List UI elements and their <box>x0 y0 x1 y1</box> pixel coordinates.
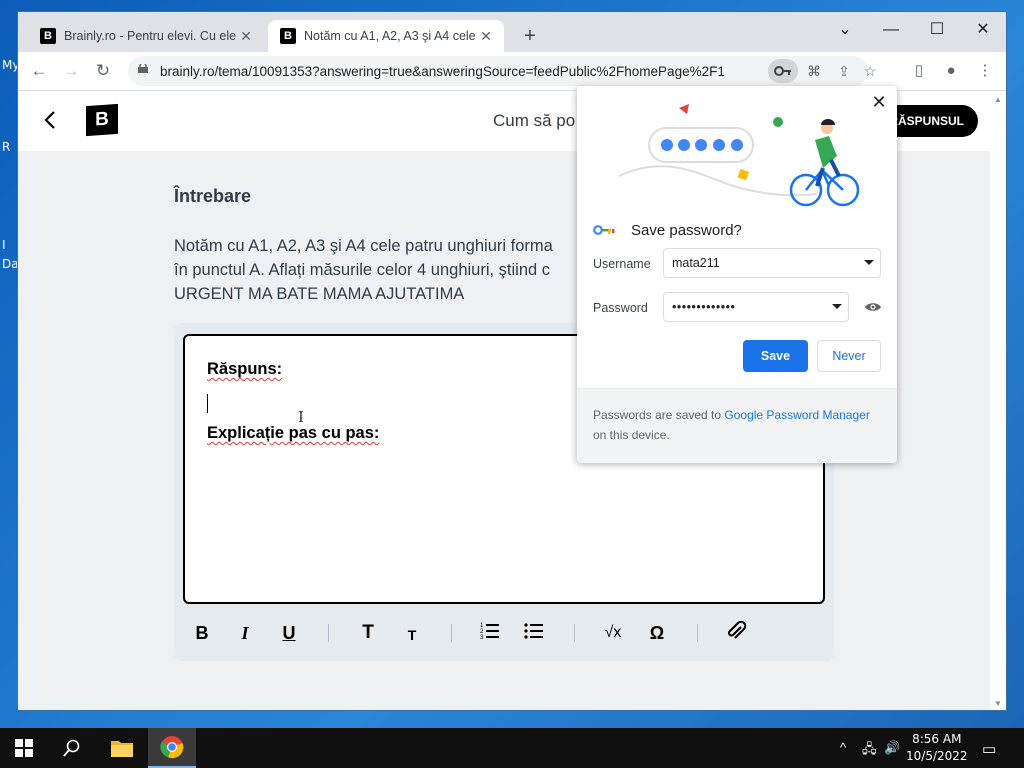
back-arrow-icon[interactable] <box>40 109 62 131</box>
question-heading: Întrebare <box>174 186 252 206</box>
profile-avatar-icon[interactable]: ● <box>940 60 962 82</box>
search-button[interactable] <box>48 728 96 768</box>
file-explorer-button[interactable] <box>98 728 146 768</box>
heading-large-icon[interactable]: T <box>355 621 381 645</box>
password-value: ••••••••••••• <box>672 300 736 314</box>
clock-date: 10/5/2022 <box>906 749 968 763</box>
url-text: brainly.ro/tema/10091353?answering=true&… <box>160 64 725 79</box>
footer-prefix: Passwords are saved to <box>593 408 725 422</box>
italic-icon[interactable]: I <box>232 621 258 645</box>
dialog-footer: Passwords are saved to Google Password M… <box>577 388 897 463</box>
clock-time: 8:56 AM <box>912 732 962 746</box>
attachment-icon[interactable] <box>724 620 750 645</box>
toolbar-divider <box>697 624 698 642</box>
password-field[interactable]: ••••••••••••• <box>663 292 849 322</box>
lock-icon <box>138 64 148 73</box>
dialog-title-row: Save password? <box>593 218 742 242</box>
footer-suffix: on this device. <box>593 428 670 442</box>
tab-search-icon[interactable]: ⌄ <box>822 16 868 44</box>
username-value: mata211 <box>672 256 720 270</box>
page-scrollbar[interactable]: ▲ ▼ <box>990 91 1006 710</box>
close-dialog-icon[interactable]: ✕ <box>869 92 889 113</box>
scroll-up-icon[interactable]: ▲ <box>994 95 1002 104</box>
scroll-down-icon[interactable]: ▼ <box>994 699 1002 708</box>
underline-icon[interactable]: U <box>276 621 302 645</box>
close-tab-icon[interactable]: ✕ <box>236 28 256 45</box>
tab-title: Notăm cu A1, A2, A3 şi A4 cele p <box>304 29 476 43</box>
google-key-icon <box>593 225 615 235</box>
bullet-list-icon[interactable] <box>521 621 547 645</box>
footer-text: Passwords are saved to Google Password M… <box>593 405 885 445</box>
close-window-button[interactable]: ✕ <box>960 16 1006 44</box>
search-icon <box>63 739 80 757</box>
answer-label: Răspuns: <box>207 360 283 378</box>
username-label: Username <box>593 257 651 271</box>
maximize-button[interactable]: ☐ <box>914 16 960 44</box>
chevron-down-icon[interactable] <box>864 260 874 265</box>
new-tab-button[interactable]: + <box>518 25 542 48</box>
translate-icon[interactable]: ⌘ <box>804 61 824 81</box>
dialog-title: Save password? <box>631 221 742 239</box>
explanation-label: Explicație pas cu pas: <box>207 424 380 442</box>
close-tab-icon[interactable]: ✕ <box>476 28 496 45</box>
brainly-favicon-icon: B <box>40 28 56 44</box>
chrome-taskbar-button[interactable] <box>148 728 196 768</box>
tab-title: Brainly.ro - Pentru elevi. Cu elevi. <box>64 29 236 43</box>
show-hidden-icons-icon[interactable]: ^ <box>840 740 846 755</box>
chrome-icon <box>160 736 184 759</box>
heading-small-icon[interactable]: T <box>399 623 425 647</box>
numbered-list-icon[interactable]: 123 <box>477 621 503 645</box>
chevron-down-icon[interactable] <box>832 304 842 309</box>
forward-button[interactable]: → <box>60 60 82 82</box>
folder-icon <box>111 741 133 757</box>
tab-strip: B Brainly.ro - Pentru elevi. Cu elevi. ✕… <box>18 12 1006 52</box>
windows-logo-icon <box>15 739 33 757</box>
menu-kebab-icon[interactable]: ⋮ <box>974 60 996 82</box>
toolbar-divider <box>451 624 452 642</box>
header-title: Cum să po <box>493 111 576 130</box>
network-icon[interactable]: 🖧 <box>862 740 877 762</box>
omega-icon[interactable]: Ω <box>644 621 670 645</box>
desktop-label: R <box>2 140 11 154</box>
notifications-icon[interactable]: ▭ <box>982 740 996 758</box>
formatting-toolbar: B I U T T 123 √x Ω <box>174 609 834 655</box>
toolbar-divider <box>328 624 329 642</box>
brainly-logo[interactable]: B <box>86 103 118 137</box>
show-password-eye-icon[interactable] <box>864 300 882 314</box>
username-field[interactable]: mata211 <box>663 248 881 278</box>
share-icon[interactable]: ⇪ <box>834 61 854 81</box>
side-panel-icon[interactable]: ▯ <box>908 60 930 82</box>
bookmark-star-icon[interactable]: ☆ <box>860 61 880 81</box>
desktop-label: My <box>2 58 20 72</box>
text-caret <box>207 394 208 413</box>
start-button[interactable] <box>0 728 48 768</box>
password-illustration <box>618 104 860 207</box>
system-clock[interactable]: 8:56 AM 10/5/2022 <box>906 731 968 765</box>
back-button[interactable]: ← <box>28 60 50 82</box>
formula-icon[interactable]: √x <box>600 621 626 645</box>
desktop-label: I <box>2 238 6 252</box>
volume-icon[interactable]: 🔊 <box>884 740 900 756</box>
minimize-button[interactable]: — <box>868 16 914 44</box>
save-password-dialog: ✕ Save password? Username mata211 Passwo… <box>577 86 897 463</box>
tab-question[interactable]: B Notăm cu A1, A2, A3 şi A4 cele p ✕ <box>268 20 504 52</box>
svg-text:3: 3 <box>480 635 484 639</box>
password-manager-link[interactable]: Google Password Manager <box>724 408 869 422</box>
taskbar: ^ 🖧 🔊 8:56 AM 10/5/2022 ▭ <box>0 728 1024 768</box>
address-bar[interactable]: brainly.ro/tema/10091353?answering=true&… <box>128 56 876 86</box>
bold-icon[interactable]: B <box>189 621 215 645</box>
password-label: Password <box>593 301 648 315</box>
reload-button[interactable]: ↻ <box>92 60 114 82</box>
save-password-button[interactable]: Save <box>743 340 808 372</box>
brainly-favicon-icon: B <box>280 28 296 44</box>
toolbar-divider <box>574 624 575 642</box>
desktop-label: Da <box>2 257 19 271</box>
password-key-icon[interactable] <box>768 59 798 83</box>
never-button[interactable]: Never <box>817 340 881 372</box>
tab-brainly-home[interactable]: B Brainly.ro - Pentru elevi. Cu elevi. ✕ <box>28 20 264 52</box>
